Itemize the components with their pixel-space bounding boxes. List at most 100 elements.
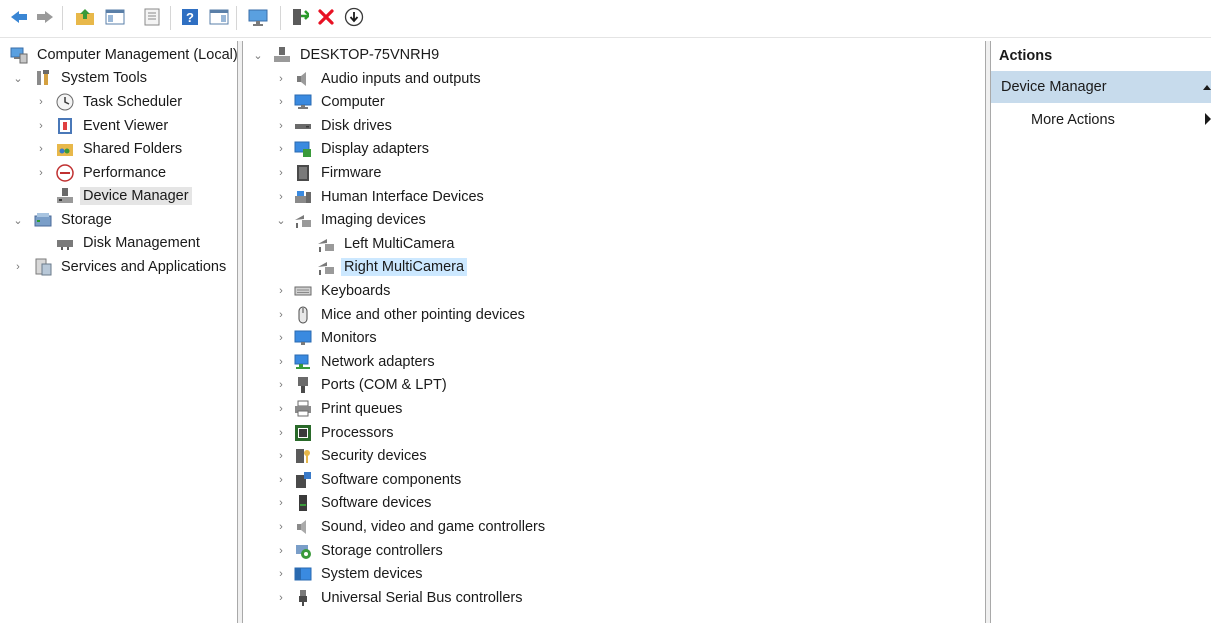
actions-section-device-manager[interactable]: Device Manager (991, 71, 1211, 103)
chevron-right-icon[interactable]: › (275, 68, 287, 90)
device-category-imaging-devices[interactable]: Imaging devices (294, 209, 429, 231)
device-category-audio-inputs-and-outputs[interactable]: Audio inputs and outputs (294, 68, 484, 90)
device-category-universal-serial-bus-controllers[interactable]: Universal Serial Bus controllers (294, 587, 525, 609)
show-action-pane-icon[interactable] (208, 6, 230, 28)
chevron-right-icon[interactable]: › (275, 351, 287, 373)
back-icon[interactable] (8, 6, 30, 28)
software-component-icon (296, 471, 311, 488)
device-category-display-adapters[interactable]: Display adapters (294, 138, 432, 160)
chevron-right-icon[interactable]: › (275, 540, 287, 562)
system-device-icon (294, 567, 312, 581)
chevron-right-icon[interactable]: › (275, 398, 287, 420)
device-left-multicamera[interactable]: Left MultiCamera (317, 233, 457, 255)
uninstall-icon[interactable] (315, 6, 337, 28)
device-category-processors[interactable]: Processors (294, 422, 397, 444)
actions-title: Actions (991, 41, 1211, 71)
tree-item-task-scheduler[interactable]: Task Scheduler (56, 91, 185, 113)
tree-item-disk-management[interactable]: Disk Management (56, 232, 203, 254)
tools-icon (37, 70, 49, 85)
device-category-software-devices[interactable]: Software devices (294, 492, 434, 514)
device-category-ports-com-lpt[interactable]: Ports (COM & LPT) (294, 374, 450, 396)
storage-icon (34, 213, 52, 227)
tree-item-computer-management[interactable]: Computer Management (Local) (10, 44, 241, 66)
chevron-right-icon[interactable]: › (12, 256, 24, 278)
tree-item-device-manager[interactable]: Device Manager (56, 185, 192, 207)
chevron-right-icon[interactable]: › (275, 280, 287, 302)
device-category-monitors[interactable]: Monitors (294, 327, 380, 349)
chevron-right-icon[interactable]: › (275, 587, 287, 609)
tree-item-event-viewer[interactable]: Event Viewer (56, 115, 171, 137)
security-icon (296, 449, 310, 464)
device-category-firmware[interactable]: Firmware (294, 162, 384, 184)
properties-icon[interactable] (141, 6, 163, 28)
chevron-down-icon[interactable]: ⌄ (12, 67, 24, 89)
device-category-network-adapters[interactable]: Network adapters (294, 351, 438, 373)
chevron-right-icon[interactable]: › (275, 374, 287, 396)
device-category-storage-controllers[interactable]: Storage controllers (294, 540, 446, 562)
device-category-security-devices[interactable]: Security devices (294, 445, 430, 467)
device-right-multicamera[interactable]: Right MultiCamera (317, 256, 468, 278)
camera-icon (318, 238, 334, 252)
device-category-system-devices[interactable]: System devices (294, 563, 426, 585)
processor-icon (295, 424, 311, 441)
forward-icon[interactable] (34, 6, 56, 28)
help-icon[interactable]: ? (179, 6, 201, 28)
device-category-mice-and-other-pointing-devices[interactable]: Mice and other pointing devices (294, 304, 528, 326)
device-category-sound-video-and-game-controllers[interactable]: Sound, video and game controllers (294, 516, 548, 538)
chevron-right-icon[interactable]: › (275, 516, 287, 538)
chevron-right-icon[interactable]: › (275, 469, 287, 491)
device-category-keyboards[interactable]: Keyboards (294, 280, 393, 302)
up-folder-icon[interactable] (74, 6, 96, 28)
device-category-print-queues[interactable]: Print queues (294, 398, 405, 420)
actions-pane: Actions Device Manager More Actions (991, 41, 1211, 623)
device-category-human-interface-devices[interactable]: Human Interface Devices (294, 186, 487, 208)
mouse-icon (298, 306, 308, 323)
chevron-down-icon[interactable]: ⌄ (12, 209, 24, 231)
show-hide-console-tree-icon[interactable] (104, 6, 126, 28)
device-category-software-components[interactable]: Software components (294, 469, 464, 491)
chevron-right-icon[interactable]: › (275, 91, 287, 113)
tree-item-storage[interactable]: Storage (34, 209, 115, 231)
tree-item-label: Shared Folders (83, 141, 183, 157)
chevron-right-icon[interactable]: › (35, 138, 47, 160)
device-category-label: Processors (321, 424, 394, 441)
monitor-icon[interactable] (247, 6, 269, 28)
chevron-right-icon[interactable]: › (275, 186, 287, 208)
chevron-right-icon[interactable]: › (275, 304, 287, 326)
chevron-down-icon[interactable]: ⌄ (252, 44, 264, 66)
chevron-right-icon[interactable]: › (275, 162, 287, 184)
update-driver-icon[interactable] (288, 6, 310, 28)
display-adapter-icon (294, 141, 311, 158)
tree-item-shared-folders[interactable]: Shared Folders (56, 138, 185, 160)
chevron-right-icon[interactable]: › (275, 115, 287, 137)
more-actions-item[interactable]: More Actions (1031, 109, 1115, 131)
chevron-down-icon[interactable]: ⌄ (275, 209, 287, 231)
device-category-label: Display adapters (321, 141, 429, 158)
chevron-right-icon[interactable]: › (275, 492, 287, 514)
chevron-right-icon[interactable]: › (275, 327, 287, 349)
chevron-right-icon[interactable]: › (275, 445, 287, 467)
tree-item-services-applications[interactable]: Services and Applications (34, 256, 229, 278)
chevron-right-icon[interactable]: › (35, 91, 47, 113)
shared-folder-icon (57, 144, 73, 156)
device-category-computer[interactable]: Computer (294, 91, 388, 113)
chevron-right-icon[interactable]: › (275, 138, 287, 160)
collapse-arrow-icon[interactable] (1203, 83, 1211, 91)
chevron-right-icon[interactable]: › (275, 422, 287, 444)
device-category-label: Ports (COM & LPT) (321, 377, 447, 394)
submenu-arrow-icon (1205, 113, 1211, 125)
scan-hardware-icon[interactable] (343, 6, 365, 28)
device-tree-root[interactable]: DESKTOP-75VNRH9 (273, 44, 442, 66)
device-tree: ⌄ DESKTOP-75VNRH9 › Audio inputs and outp… (243, 41, 986, 623)
device-category-disk-drives[interactable]: Disk drives (294, 115, 395, 137)
chevron-right-icon[interactable]: › (35, 115, 47, 137)
device-category-label: Imaging devices (321, 212, 426, 229)
computer-icon (274, 47, 290, 62)
chevron-right-icon[interactable]: › (35, 162, 47, 184)
disk-drive-icon (295, 123, 311, 129)
tree-item-system-tools[interactable]: System Tools (34, 67, 150, 89)
printer-icon (295, 400, 311, 417)
chevron-right-icon[interactable]: › (275, 563, 287, 585)
tree-item-performance[interactable]: Performance (56, 162, 169, 184)
device-category-label: System devices (321, 566, 423, 583)
